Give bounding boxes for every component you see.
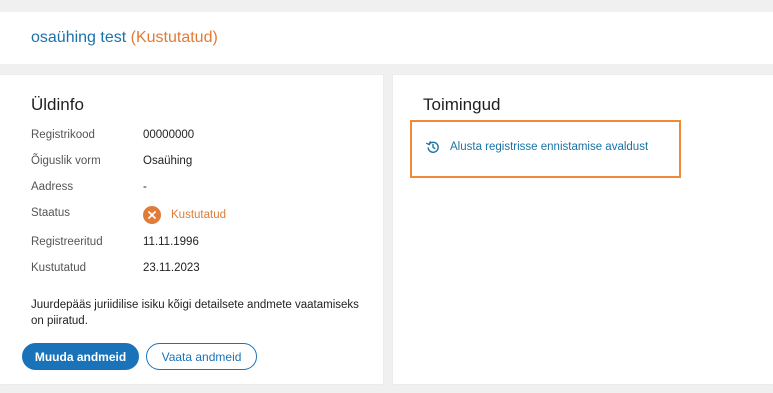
restore-history-icon <box>426 140 440 154</box>
info-label: Kustutatud <box>31 262 86 274</box>
info-value: Osaühing <box>143 155 193 167</box>
info-value: - <box>143 181 147 193</box>
info-value: 00000000 <box>143 129 195 141</box>
info-label: Aadress <box>31 181 74 193</box>
x-circle-icon <box>143 206 161 224</box>
page-header: osaühing test (Kustutatud) <box>0 12 773 64</box>
company-status-label: (Kustutatud) <box>130 29 218 46</box>
company-name: osaühing test <box>31 29 127 46</box>
info-label: Registrikood <box>31 129 95 141</box>
status-badge: Kustutatud <box>171 209 226 221</box>
edit-data-button[interactable]: Muuda andmeid <box>22 343 139 370</box>
info-value: Kustutatud <box>143 206 226 224</box>
info-label: Õiguslik vorm <box>31 155 101 167</box>
info-value: 11.11.1996 <box>143 236 199 248</box>
highlighted-action-box: Alusta registrisse ennistamise avaldust <box>410 120 681 178</box>
general-info-card: Üldinfo Registrikood 00000000 Õiguslik v… <box>0 75 383 384</box>
general-info-title: Üldinfo <box>31 95 84 114</box>
restore-link-label: Alusta registrisse ennistamise avaldust <box>450 141 649 153</box>
access-restricted-note: Juurdepääs juriidilise isiku kõigi detai… <box>31 299 359 327</box>
page-title: osaühing test (Kustutatud) <box>31 29 218 47</box>
info-label: Staatus <box>31 207 70 219</box>
view-data-button[interactable]: Vaata andmeid <box>146 343 257 370</box>
restore-application-link[interactable]: Alusta registrisse ennistamise avaldust <box>426 140 648 154</box>
actions-card: Toimingud Alusta registrisse ennistamise… <box>393 75 773 384</box>
actions-title: Toimingud <box>423 95 501 114</box>
info-value: 23.11.2023 <box>143 262 200 274</box>
info-label: Registreeritud <box>31 236 103 248</box>
